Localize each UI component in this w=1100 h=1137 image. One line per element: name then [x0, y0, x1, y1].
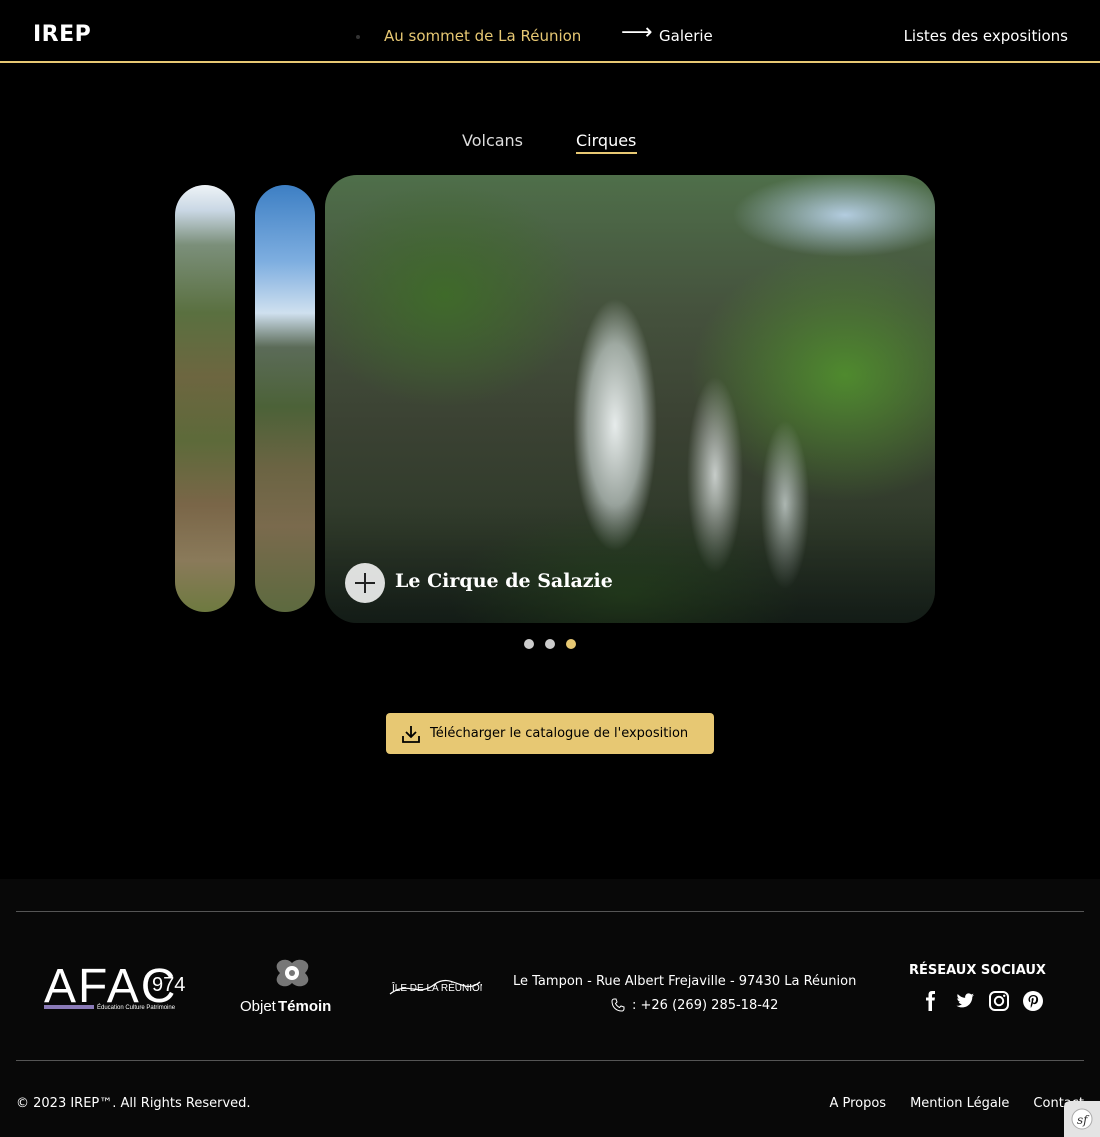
carousel-slide-collapsed[interactable] — [175, 185, 235, 612]
active-tab-underline — [576, 152, 637, 154]
footer-address: Le Tampon - Rue Albert Frejaville - 9743… — [513, 974, 857, 989]
pagination-dot[interactable] — [524, 639, 534, 649]
carousel-pagination — [524, 639, 576, 649]
exhibitions-list-link[interactable]: Listes des expositions — [904, 27, 1068, 45]
social-title: RÉSEAUX SOCIAUX — [909, 963, 1046, 978]
tab-cirques[interactable]: Cirques — [576, 131, 636, 150]
svg-text:974: 974 — [152, 974, 185, 996]
phone-number: : +26 (269) 285-18-42 — [632, 997, 779, 1013]
download-catalog-button[interactable]: Télécharger le catalogue de l'exposition — [386, 713, 714, 754]
download-icon — [402, 725, 420, 743]
instagram-icon[interactable] — [988, 990, 1010, 1012]
pagination-dot[interactable] — [545, 639, 555, 649]
copyright: © 2023 IREP™. All Rights Reserved. — [16, 1096, 251, 1111]
footer-divider — [16, 911, 1084, 912]
afac-logo[interactable]: AFAC 974 Éducation Culture Patrimoine — [44, 958, 194, 1014]
svg-text:Témoin: Témoin — [278, 998, 331, 1015]
svg-text:Objet: Objet — [240, 998, 277, 1015]
svg-text:ÎLE DE LA RÉUNION: ÎLE DE LA RÉUNION — [391, 981, 482, 994]
pagination-dot-active[interactable] — [566, 639, 576, 649]
footer-link-about[interactable]: A Propos — [829, 1096, 886, 1111]
phone-icon — [611, 998, 625, 1012]
footer-divider — [16, 1060, 1084, 1061]
breadcrumb-parent[interactable]: Au sommet de La Réunion — [384, 27, 581, 45]
pinterest-icon[interactable] — [1022, 990, 1044, 1012]
tab-volcans[interactable]: Volcans — [462, 131, 523, 150]
site-logo[interactable]: IREP — [33, 22, 91, 47]
carousel-slide-collapsed[interactable] — [255, 185, 315, 612]
nav-dot — [356, 35, 360, 39]
twitter-icon[interactable] — [954, 990, 976, 1012]
carousel-slide-active[interactable]: Le Cirque de Salazie — [325, 175, 935, 623]
symfony-debug-icon[interactable]: sf — [1064, 1101, 1100, 1137]
arrow-right-icon: ⟶ — [621, 20, 653, 45]
footer-links: A Propos Mention Légale Contact — [829, 1096, 1084, 1111]
slide-title: Le Cirque de Salazie — [395, 570, 613, 592]
top-navbar: IREP Au sommet de La Réunion ⟶ Galerie L… — [0, 0, 1100, 63]
svg-text:Éducation Culture Patrimoine: Éducation Culture Patrimoine — [97, 1004, 176, 1011]
objet-temoin-logo[interactable]: Objet Témoin — [240, 955, 350, 1017]
plus-icon[interactable] — [345, 563, 385, 603]
download-label: Télécharger le catalogue de l'exposition — [430, 726, 689, 741]
breadcrumb-current: Galerie — [659, 27, 713, 45]
footer-link-legal[interactable]: Mention Légale — [910, 1096, 1009, 1111]
ile-reunion-logo[interactable]: ÎLE DE LA RÉUNION — [388, 970, 482, 1004]
footer-phone[interactable]: : +26 (269) 285-18-42 — [610, 997, 778, 1013]
social-icons — [920, 990, 1044, 1012]
facebook-icon[interactable] — [920, 990, 942, 1012]
